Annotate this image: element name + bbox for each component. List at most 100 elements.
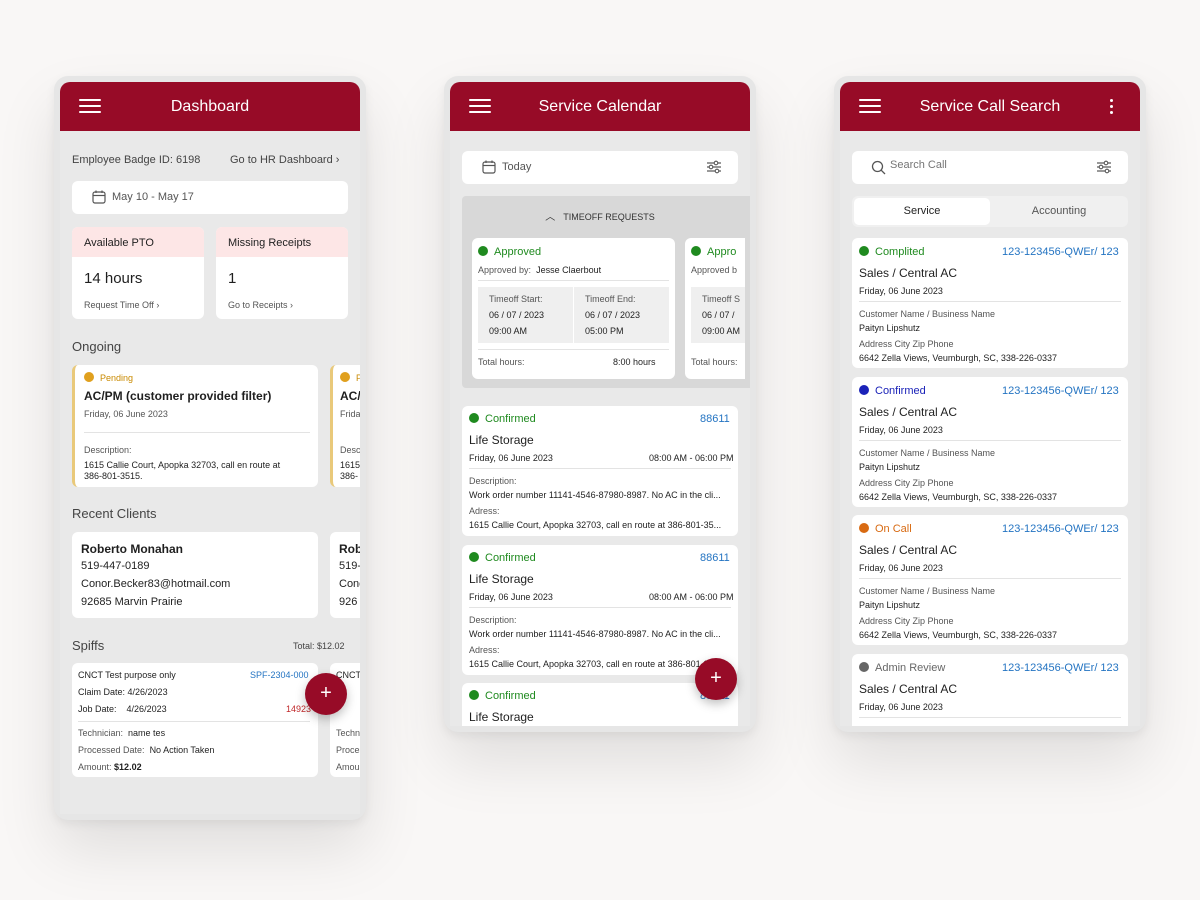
claim-date: Claim Date: 4/26/2023: [78, 687, 168, 697]
today-picker[interactable]: Today: [462, 151, 738, 184]
call-id[interactable]: 123-123456-QWEr/ 123: [1002, 523, 1119, 535]
call-id[interactable]: 123-123456-QWEr/ 123: [1002, 246, 1119, 258]
client-address: 926: [339, 596, 358, 608]
job-id[interactable]: 88611: [700, 413, 730, 425]
page-title: Service Calendar: [538, 97, 662, 115]
pto-title: Available PTO: [84, 237, 154, 249]
job-number: 14923: [286, 704, 312, 714]
approved-by-value: Jesse Claerbout: [536, 265, 602, 275]
request-time-off-link[interactable]: Request Time Off ›: [84, 300, 159, 310]
service-call-card[interactable]: Confirmed 123-123456-QWEr/ 123 Sales / C…: [852, 377, 1128, 507]
status-badge: Approved: [478, 246, 541, 258]
more-options-icon[interactable]: [1110, 99, 1114, 115]
address-text: 6642 Zella Views, Veumburgh, SC, 338-226…: [859, 492, 1057, 502]
ongoing-card[interactable]: Pending AC/PM (customer provided filter)…: [72, 365, 318, 487]
address-label: Adress:: [469, 645, 500, 655]
missing-receipts-card[interactable]: Missing Receipts 1 Go to Receipts ›: [216, 227, 348, 319]
call-id[interactable]: 123-123456-QWEr/ 123: [1002, 385, 1119, 397]
receipts-value: 1: [228, 270, 237, 287]
timeoff-end-time: 05:00 PM: [585, 326, 624, 336]
status-badge: Pending: [84, 372, 133, 383]
job-title: Life Storage: [469, 710, 534, 724]
customer-name: Paityn Lipshutz: [859, 600, 921, 610]
address-label: Address City Zip Phone: [859, 478, 954, 488]
spiff-card[interactable]: CNCT Test purpose only SPF-2304-000 Clai…: [72, 663, 318, 777]
job-card[interactable]: Confirmed 88611 Life Storage Friday, 06 …: [462, 545, 738, 675]
total-hours-label: Total hours:: [478, 357, 525, 367]
timeoff-start-label: Timeoff Start:: [489, 294, 543, 304]
filter-sliders-icon[interactable]: [706, 160, 722, 174]
status-badge: Confirmed: [469, 690, 536, 702]
dashboard-screen: Dashboard Employee Badge ID: 6198 Go to …: [60, 82, 360, 814]
job-id[interactable]: 88611: [700, 552, 730, 564]
spiff-code[interactable]: SPF-2304-000: [250, 670, 309, 680]
menu-icon[interactable]: [859, 99, 881, 113]
timeoff-card[interactable]: Appro Approved b Timeoff S 06 / 07 / 09:…: [685, 238, 745, 379]
status-label: On Call: [875, 523, 912, 535]
approved-dot-icon: [691, 246, 701, 256]
client-card[interactable]: Roberto Monahan 519-447-0189 Conor.Becke…: [72, 532, 318, 618]
add-button[interactable]: +: [695, 658, 737, 700]
pto-card[interactable]: Available PTO 14 hours Request Time Off …: [72, 227, 204, 319]
menu-icon[interactable]: [469, 99, 491, 113]
confirmed-dot-icon: [859, 385, 869, 395]
search-bar[interactable]: [852, 151, 1128, 184]
call-title: Sales / Central AC: [859, 543, 958, 557]
call-title: Sales / Central AC: [859, 266, 958, 280]
status-badge: Admin Review: [859, 662, 945, 674]
timeoff-start-time: 09:00 AM: [489, 326, 528, 336]
tab-label: Accounting: [1031, 205, 1087, 217]
description-label: Description:: [84, 445, 132, 455]
call-id[interactable]: 123-123456-QWEr/ 123: [1002, 662, 1119, 674]
client-card[interactable]: Rob 519- Conc 926: [330, 532, 360, 618]
job-card[interactable]: Confirmed 88611 Life Storage Friday, 06 …: [462, 406, 738, 536]
tab-service[interactable]: Service: [854, 198, 990, 225]
go-to-receipts-link[interactable]: Go to Receipts ›: [228, 300, 293, 310]
client-name: Rob: [339, 542, 360, 556]
job-card[interactable]: Confirmed 88611 Life Storage: [462, 683, 738, 726]
date-range-picker[interactable]: May 10 - May 17: [72, 181, 348, 214]
description-label: Description:: [469, 476, 517, 486]
processed-date: Processed Date: No Action Taken: [78, 745, 214, 755]
add-button[interactable]: +: [305, 673, 347, 715]
calendar-phone: Service Calendar Today ︿ TIMEOFF REQUESTS…: [444, 76, 756, 732]
call-date: Friday, 06 June 2023: [859, 702, 943, 712]
amount-label: Amou: [336, 762, 360, 772]
confirmed-dot-icon: [469, 690, 479, 700]
confirmed-dot-icon: [469, 552, 479, 562]
tab-label: Service: [903, 205, 941, 217]
claim-date-value: 4/26/2023: [127, 687, 168, 697]
timeoff-start-label: Timeoff S: [702, 294, 741, 304]
status-label: Confirmed: [875, 385, 926, 397]
filter-sliders-icon[interactable]: [1096, 160, 1112, 174]
hr-dashboard-link[interactable]: Go to HR Dashboard ›: [230, 154, 339, 166]
request-time-off-label: Request Time Off: [84, 300, 154, 310]
pto-value: 14 hours: [84, 270, 143, 287]
client-phone: 519-447-0189: [81, 560, 150, 572]
timeoff-toggle[interactable]: ︿ TIMEOFF REQUESTS: [462, 208, 738, 223]
call-date: Friday, 06 June 2023: [859, 425, 943, 435]
address-label: Adress:: [469, 506, 500, 516]
status-label: Approved: [494, 246, 542, 258]
status-badge: Confirmed: [859, 385, 926, 397]
date-range-text: May 10 - May 17: [112, 191, 194, 203]
approved-by: Approved by: Jesse Claerbout: [478, 265, 601, 275]
spiff-title: CNCT Test purpose only: [78, 670, 176, 680]
call-title: Sales / Central AC: [859, 405, 958, 419]
dashboard-phone: Dashboard Employee Badge ID: 6198 Go to …: [54, 76, 366, 820]
timeoff-card[interactable]: Approved Approved by: Jesse Claerbout Ti…: [472, 238, 675, 379]
service-call-card[interactable]: Admin Review 123-123456-QWEr/ 123 Sales …: [852, 654, 1128, 726]
menu-icon[interactable]: [79, 99, 101, 113]
status-label: P: [356, 373, 360, 383]
calendar-header: Service Calendar: [450, 82, 750, 131]
address-text: 6642 Zella Views, Veumburgh, SC, 338-226…: [859, 353, 1057, 363]
service-call-card[interactable]: Complited 123-123456-QWEr/ 123 Sales / C…: [852, 238, 1128, 368]
search-input[interactable]: [890, 159, 1070, 171]
tab-accounting[interactable]: Accounting: [992, 198, 1126, 225]
service-call-card[interactable]: On Call 123-123456-QWEr/ 123 Sales / Cen…: [852, 515, 1128, 645]
description-line-2: 386-801-3515.: [84, 471, 143, 481]
tab-bar: Service Accounting: [852, 196, 1128, 227]
ongoing-card[interactable]: P AC/ Frida Desc 1615 386-: [330, 365, 360, 487]
search-icon: [871, 160, 886, 175]
job-title: Life Storage: [469, 433, 534, 447]
